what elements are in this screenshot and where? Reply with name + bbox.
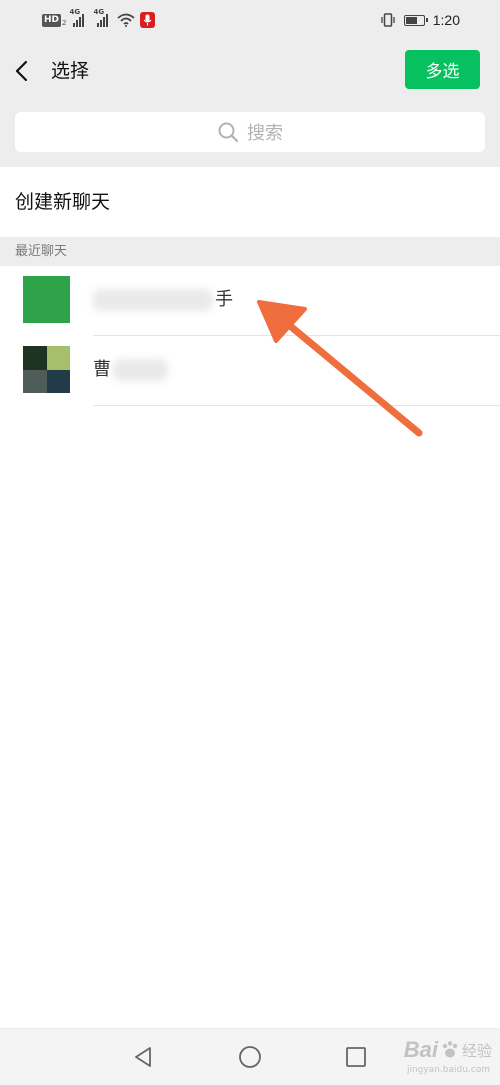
watermark-text: 经验 <box>461 1041 492 1060</box>
blurred-text <box>93 289 213 311</box>
wifi-icon <box>117 13 136 27</box>
recent-chats-header: 最近聊天 <box>0 237 500 266</box>
battery-icon <box>403 14 428 26</box>
back-triangle-icon <box>135 1047 151 1067</box>
microphone-icon <box>140 12 156 28</box>
search-icon <box>218 122 239 143</box>
chat-name: 曹 <box>93 358 170 382</box>
divider <box>93 405 500 406</box>
status-right-icons: 1:20 <box>380 11 460 29</box>
watermark: Bai 经验 jingyan.baidu.com <box>403 1037 492 1075</box>
page-title: 选择 <box>51 60 90 82</box>
hd-icon: HD <box>42 13 62 27</box>
create-new-chat-item[interactable]: 创建新聊天 <box>0 167 500 237</box>
back-button[interactable] <box>14 57 36 85</box>
multi-select-button[interactable]: 多选 <box>405 50 480 89</box>
status-left-icons: HD 2 4G 4G <box>42 8 156 29</box>
status-bar: HD 2 4G 4G 1:20 <box>0 0 500 40</box>
create-new-chat-label: 创建新聊天 <box>15 191 111 213</box>
chat-name-visible: 曹 <box>93 359 111 380</box>
nav-back-button[interactable] <box>129 1043 157 1071</box>
paw-logo-icon <box>442 1041 458 1058</box>
avatar <box>23 346 70 393</box>
chat-list-item[interactable]: 曹 <box>0 336 500 406</box>
signal-type-label: 4G <box>93 8 105 16</box>
avatar <box>23 276 70 323</box>
blurred-text <box>113 359 168 381</box>
watermark-brand: Bai <box>403 1037 438 1062</box>
chat-name: 手 <box>93 288 233 312</box>
signal-icon: 4G <box>69 8 85 27</box>
search-section: 搜索 <box>0 105 500 167</box>
chevron-left-icon <box>15 60 28 82</box>
system-nav-bar: Bai 经验 jingyan.baidu.com <box>0 1028 500 1085</box>
chat-list-item[interactable]: 手 <box>0 266 500 336</box>
status-time: 1:20 <box>432 12 460 28</box>
nav-home-button[interactable] <box>236 1043 264 1071</box>
search-input[interactable]: 搜索 <box>15 112 485 152</box>
vibrate-icon <box>381 13 395 27</box>
home-circle-icon <box>239 1046 261 1068</box>
app-header: 选择 多选 <box>0 40 500 105</box>
recents-square-icon <box>346 1047 366 1067</box>
recent-chats-label: 最近聊天 <box>15 244 68 259</box>
search-placeholder: 搜索 <box>247 123 283 144</box>
chat-name-visible: 手 <box>215 289 233 310</box>
hd-sub-label: 2 <box>62 19 67 27</box>
signal-icon: 4G <box>93 8 109 27</box>
signal-type-label: 4G <box>69 8 81 16</box>
watermark-domain: jingyan.baidu.com <box>406 1065 490 1075</box>
nav-recents-button[interactable] <box>342 1043 370 1071</box>
